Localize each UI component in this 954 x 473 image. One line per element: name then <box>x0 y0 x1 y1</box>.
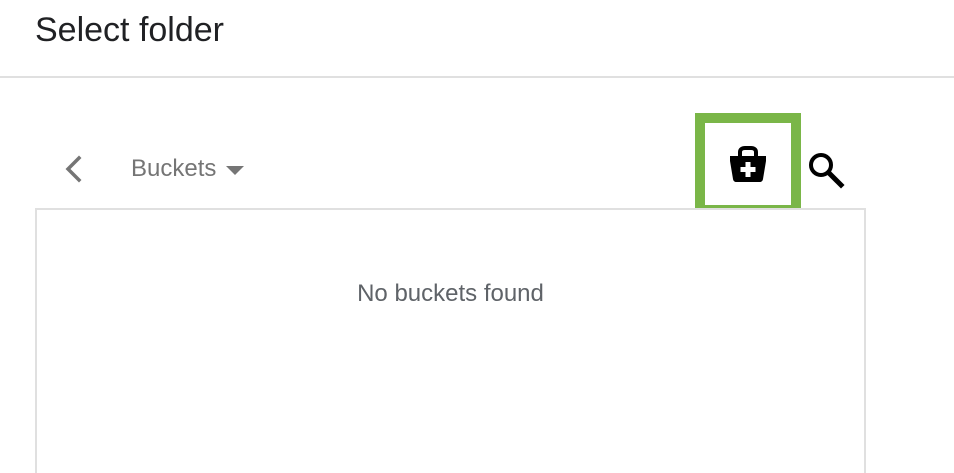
empty-state-message: No buckets found <box>357 280 544 307</box>
chevron-left-icon <box>65 155 82 183</box>
dialog-title: Select folder <box>35 11 224 49</box>
bucket-list-panel: No buckets found <box>35 208 866 473</box>
triangle-down-icon <box>226 165 245 175</box>
back-button[interactable] <box>52 148 94 190</box>
select-folder-dialog: Select folder Buckets No buckets found <box>0 0 954 473</box>
create-bucket-button[interactable] <box>695 113 801 215</box>
search-button[interactable] <box>804 148 848 192</box>
location-dropdown[interactable]: Buckets <box>131 150 245 188</box>
search-icon <box>809 153 845 189</box>
dialog-header: Select folder <box>0 0 954 78</box>
location-dropdown-label: Buckets <box>131 155 217 182</box>
bucket-plus-icon <box>730 146 766 182</box>
